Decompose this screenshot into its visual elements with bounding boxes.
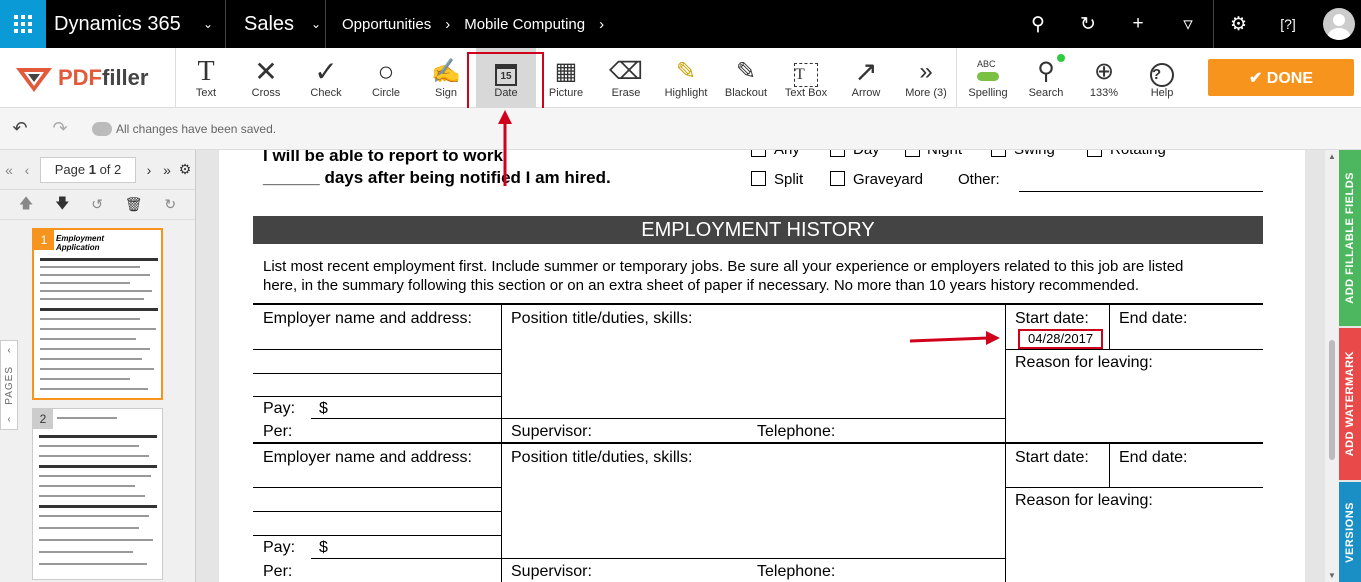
tab-label: ADD WATERMARK bbox=[1344, 351, 1356, 457]
arrow-to-date-field bbox=[909, 336, 989, 343]
scroll-up-icon[interactable]: ▲ bbox=[1328, 152, 1336, 161]
annotation-arrows bbox=[498, 110, 1000, 345]
side-tabs: ADD FILLABLE FIELDS ADD WATERMARK VERSIO… bbox=[1339, 150, 1361, 582]
add-fillable-fields-tab[interactable]: ADD FILLABLE FIELDS bbox=[1339, 150, 1361, 326]
add-watermark-tab[interactable]: ADD WATERMARK bbox=[1339, 328, 1361, 480]
vertical-scrollbar[interactable]: ▲ ▼ bbox=[1325, 150, 1339, 582]
tab-label: VERSIONS bbox=[1344, 501, 1356, 563]
tab-label: ADD FILLABLE FIELDS bbox=[1344, 172, 1356, 304]
arrow-head-up bbox=[498, 110, 512, 124]
arrow-head-right bbox=[986, 331, 1000, 345]
scrollbar-thumb[interactable] bbox=[1329, 340, 1335, 460]
scroll-down-icon[interactable]: ▼ bbox=[1328, 571, 1336, 580]
versions-tab[interactable]: VERSIONS bbox=[1339, 482, 1361, 582]
